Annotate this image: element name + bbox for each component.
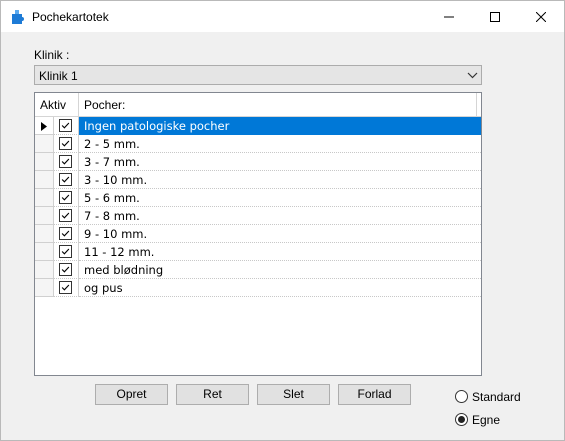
slet-button[interactable]: Slet [257,384,330,405]
klinik-dropdown[interactable]: Klinik 1 [34,65,482,85]
maximize-icon [490,11,500,22]
radio-selected-dot [458,416,465,423]
aktiv-cell [54,171,79,189]
aktiv-checkbox[interactable] [59,263,72,276]
aktiv-cell [54,153,79,171]
grid-row[interactable]: 7 - 8 mm. [35,207,481,225]
aktiv-cell [54,243,79,261]
aktiv-checkbox[interactable] [59,155,72,168]
grid-row[interactable]: 3 - 10 mm. [35,171,481,189]
row-header[interactable] [35,225,54,243]
row-header[interactable] [35,261,54,279]
column-header-aktiv[interactable]: Aktiv [35,93,79,117]
opret-button[interactable]: Opret [95,384,168,405]
pocher-cell[interactable]: Ingen patologiske pocher [79,117,481,135]
radio-egne-label: Egne [472,413,501,427]
pocher-grid: Aktiv Pocher: Ingen patologiske pocher 2… [34,92,482,376]
grid-row[interactable]: med blødning [35,261,481,279]
row-header[interactable] [35,153,54,171]
pocher-cell[interactable]: 3 - 10 mm. [79,171,481,189]
pocher-cell[interactable]: 3 - 7 mm. [79,153,481,171]
pocher-cell[interactable]: 9 - 10 mm. [79,225,481,243]
app-puzzle-icon [12,10,24,24]
pocher-cell[interactable]: 5 - 6 mm. [79,189,481,207]
row-header[interactable] [35,207,54,225]
grid-row[interactable]: og pus [35,279,481,297]
aktiv-checkbox[interactable] [59,245,72,258]
grid-row[interactable]: Ingen patologiske pocher [35,117,481,135]
pocher-cell[interactable]: og pus [79,279,481,297]
aktiv-cell [54,207,79,225]
row-header[interactable] [35,243,54,261]
minimize-button[interactable] [426,1,472,32]
close-button[interactable] [518,1,564,32]
row-header[interactable] [35,279,54,297]
radio-egne[interactable]: Egne [455,412,555,428]
pocher-cell[interactable]: 2 - 5 mm. [79,135,481,153]
forlad-button[interactable]: Forlad [338,384,411,405]
row-header[interactable] [35,171,54,189]
grid-row[interactable]: 11 - 12 mm. [35,243,481,261]
aktiv-cell [54,135,79,153]
aktiv-cell [54,225,79,243]
grid-row[interactable]: 3 - 7 mm. [35,153,481,171]
aktiv-checkbox[interactable] [59,191,72,204]
aktiv-checkbox[interactable] [59,281,72,294]
current-row-arrow-icon [41,122,47,131]
pocher-cell[interactable]: 7 - 8 mm. [79,207,481,225]
pocher-cell[interactable]: med blødning [79,261,481,279]
app-window: Pochekartotek Klinik : Klinik 1 Aktiv Po… [0,0,565,441]
aktiv-cell [54,279,79,297]
aktiv-cell [54,117,79,135]
row-header[interactable] [35,189,54,207]
grid-row[interactable]: 5 - 6 mm. [35,189,481,207]
pocher-cell[interactable]: 11 - 12 mm. [79,243,481,261]
window-title: Pochekartotek [32,10,109,24]
row-header[interactable] [35,117,54,135]
column-header-pocher[interactable]: Pocher: [79,93,477,117]
aktiv-checkbox[interactable] [59,209,72,222]
aktiv-checkbox[interactable] [59,119,72,132]
aktiv-checkbox[interactable] [59,137,72,150]
klinik-label: Klinik : [34,48,70,62]
grid-header: Aktiv Pocher: [35,93,481,117]
aktiv-cell [54,189,79,207]
radio-standard-circle[interactable] [455,390,468,403]
chevron-down-icon [467,72,478,79]
grid-row[interactable]: 9 - 10 mm. [35,225,481,243]
minimize-icon [444,16,454,17]
radio-egne-circle[interactable] [455,413,468,426]
aktiv-checkbox[interactable] [59,227,72,240]
title-bar[interactable]: Pochekartotek [1,1,564,32]
radio-standard-label: Standard [472,390,521,404]
ret-button[interactable]: Ret [176,384,249,405]
close-icon [536,11,546,22]
aktiv-cell [54,261,79,279]
grid-row[interactable]: 2 - 5 mm. [35,135,481,153]
klinik-selected-value: Klinik 1 [39,69,78,83]
aktiv-checkbox[interactable] [59,173,72,186]
maximize-button[interactable] [472,1,518,32]
radio-standard[interactable]: Standard [455,389,555,405]
row-header[interactable] [35,135,54,153]
